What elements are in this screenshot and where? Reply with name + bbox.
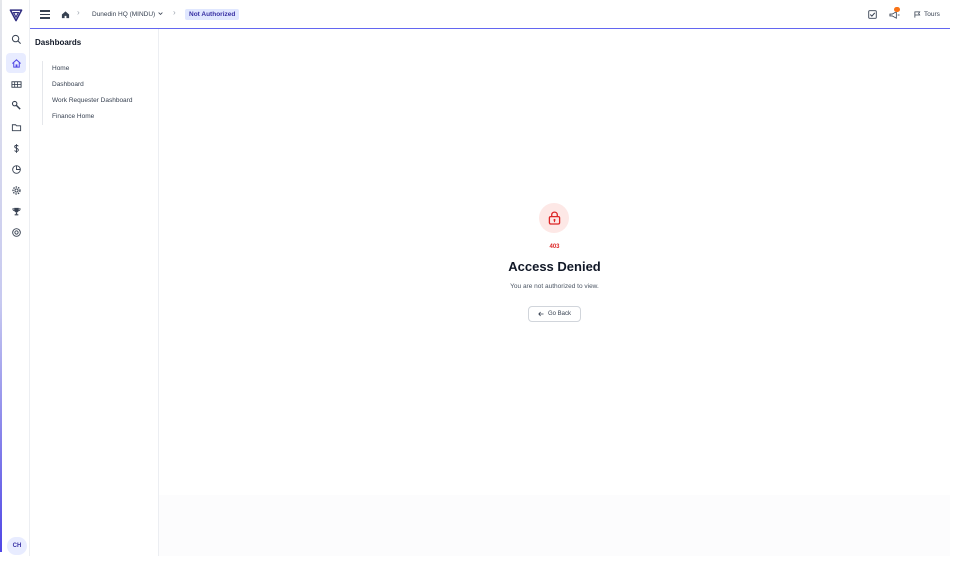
- sidebar-menu: Home Dashboard Work Requester Dashboard …: [42, 61, 132, 125]
- main-content: 403 Access Denied You are not authorized…: [159, 29, 950, 556]
- error-message: You are not authorized to view.: [510, 283, 599, 290]
- rail-grid[interactable]: [6, 74, 26, 94]
- rail-home[interactable]: [6, 53, 26, 73]
- rail-settings[interactable]: [6, 180, 26, 200]
- rail-help[interactable]: [6, 222, 26, 242]
- help-circle-icon: [11, 227, 21, 237]
- search-icon: [11, 34, 21, 44]
- rail-wrench[interactable]: [6, 95, 26, 115]
- top-bar: › Dunedin HQ (MINDU) › Not Authorized To…: [30, 0, 950, 29]
- rail-folder[interactable]: [6, 117, 26, 137]
- breadcrumb-location[interactable]: Dunedin HQ (MINDU): [92, 11, 163, 18]
- chevron-down-icon: [158, 12, 163, 15]
- trophy-icon: [11, 207, 21, 215]
- rail-pie-chart[interactable]: [6, 159, 26, 179]
- tours-label: Tours: [924, 11, 940, 18]
- sidebar-item-dashboard[interactable]: Dashboard: [43, 77, 132, 93]
- dollar-icon: [13, 143, 19, 153]
- gear-icon: [11, 185, 21, 195]
- arrow-left-icon: [538, 311, 544, 317]
- breadcrumb-current-page: Not Authorized: [185, 9, 240, 20]
- triangle-logo-icon[interactable]: [7, 6, 25, 24]
- error-title: Access Denied: [508, 259, 601, 274]
- folder-icon: [11, 123, 21, 131]
- go-back-label: Go Back: [547, 311, 571, 317]
- go-back-button[interactable]: Go Back: [528, 306, 581, 322]
- checkbox-tasks-icon[interactable]: [868, 10, 877, 19]
- tours-button[interactable]: Tours: [914, 11, 940, 18]
- rail-search[interactable]: [6, 29, 26, 49]
- rail-trophy[interactable]: [6, 201, 26, 221]
- notification-badge: [894, 7, 900, 12]
- menu-toggle-icon[interactable]: [40, 10, 50, 19]
- breadcrumb-home-icon[interactable]: [61, 10, 70, 19]
- grid-icon: [10, 80, 22, 88]
- wrench-icon: [11, 100, 21, 110]
- window-right-edge: [950, 0, 954, 579]
- rail-dollar[interactable]: [6, 138, 26, 158]
- home-icon: [11, 58, 21, 68]
- pie-chart-icon: [11, 164, 21, 174]
- breadcrumb-location-label: Dunedin HQ (MINDU): [92, 11, 156, 18]
- sidebar-item-work-requester-dashboard[interactable]: Work Requester Dashboard: [43, 93, 132, 109]
- dashboards-sidebar: Dashboards Home Dashboard Work Requester…: [30, 29, 159, 556]
- sidebar-item-home[interactable]: Home: [43, 61, 132, 77]
- lock-badge: [539, 203, 569, 233]
- window-bottom-strip: [0, 556, 954, 579]
- breadcrumb-separator-icon: ›: [173, 8, 176, 17]
- main-footer-area: [159, 495, 950, 556]
- sidebar-item-finance-home[interactable]: Finance Home: [43, 109, 132, 125]
- error-code: 403: [549, 244, 560, 250]
- user-avatar[interactable]: CH: [7, 537, 27, 555]
- sidebar-title: Dashboards: [35, 38, 82, 47]
- icon-rail: CH: [2, 0, 30, 556]
- breadcrumb-separator-icon: ›: [77, 8, 80, 17]
- lock-icon: [548, 211, 560, 225]
- flag-icon: [914, 11, 921, 18]
